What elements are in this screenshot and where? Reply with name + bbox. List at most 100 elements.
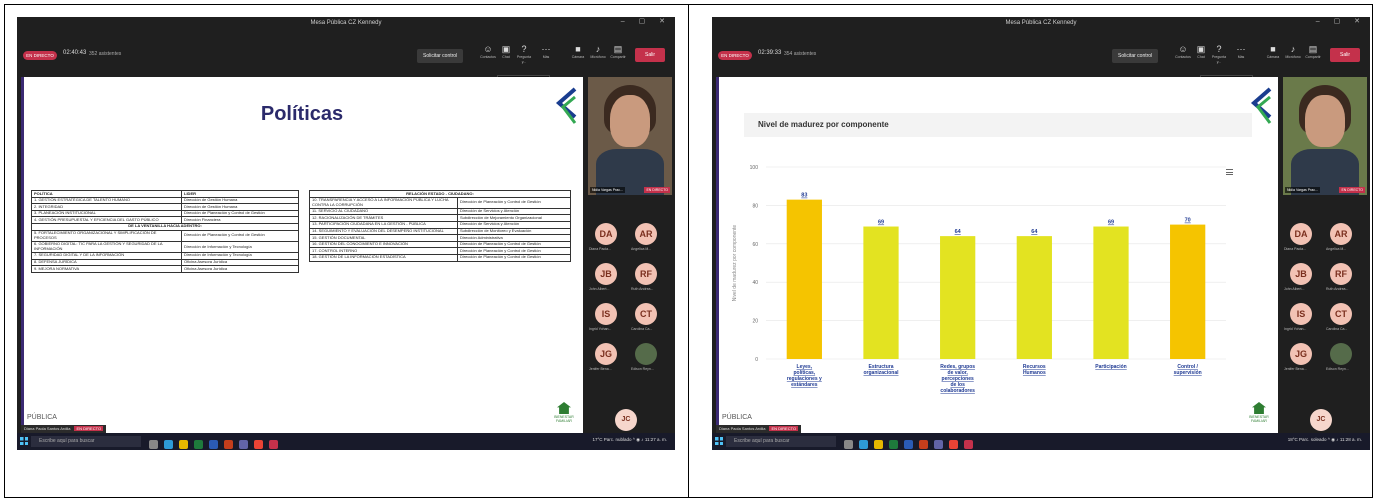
- speaker-video[interactable]: Nidia Vargas Prac... EN DIRECTO: [588, 77, 672, 195]
- icbf-logo: BIENESTAR FAMILIAR: [1248, 402, 1270, 423]
- x-tick-label: Redes, grupos de valor, percepciones de los…: [940, 364, 975, 394]
- teams-icon[interactable]: [934, 440, 943, 449]
- avatar[interactable]: JB: [595, 263, 617, 285]
- contacts-icon[interactable]: ☺ Contactos: [479, 43, 497, 60]
- qa-icon[interactable]: ? Pregunta y...: [515, 43, 533, 65]
- house-icon: [1252, 402, 1266, 414]
- leader-cell: Dirección de Planeación y Control de Ges…: [457, 240, 571, 249]
- x-tick-label: Estructura organizacional: [863, 364, 899, 376]
- more-icon[interactable]: ⋯ Más: [1232, 43, 1250, 60]
- presenter-namebar: Diana Paola Santos Ardila EN DIRECTO: [21, 425, 107, 433]
- avatar[interactable]: JG: [595, 343, 617, 365]
- edge-icon[interactable]: [164, 440, 173, 449]
- y-tick-label: 60: [752, 242, 758, 248]
- participant-name: Angelica M...: [1326, 247, 1347, 251]
- request-control-button[interactable]: Solicitar control: [417, 49, 464, 63]
- leave-button[interactable]: Salir: [635, 48, 665, 62]
- avatar[interactable]: JC: [1310, 409, 1332, 431]
- powerpoint-icon[interactable]: [919, 440, 928, 449]
- avatar[interactable]: IS: [595, 303, 617, 325]
- avatar[interactable]: CT: [635, 303, 657, 325]
- task-view-icon[interactable]: [844, 440, 853, 449]
- chat-icon[interactable]: ▣ Chat: [1192, 43, 1210, 60]
- avatar[interactable]: JB: [1290, 263, 1312, 285]
- avatar[interactable]: JC: [615, 409, 637, 431]
- icbf-label: BIENESTAR FAMILIAR: [1249, 415, 1269, 423]
- policy-cell: 12. RACIONALIZACIÓN DE TRÁMITES: [309, 214, 458, 222]
- avatar-photo[interactable]: [1330, 343, 1352, 365]
- microphone-icon[interactable]: ♪ Micrófono: [1284, 43, 1302, 60]
- avatar[interactable]: AR: [635, 223, 657, 245]
- leader-cell: Dirección de Planeación y Control de Ges…: [457, 196, 571, 209]
- excel-icon[interactable]: [889, 440, 898, 449]
- microphone-icon[interactable]: ♪ Micrófono: [589, 43, 607, 60]
- participant-name: Jenifer Bena...: [589, 367, 612, 371]
- task-view-icon[interactable]: [149, 440, 158, 449]
- attendee-count: 352 asistentes: [89, 51, 122, 57]
- slide-title: Políticas: [260, 103, 344, 125]
- avatar[interactable]: DA: [595, 223, 617, 245]
- leader-cell: Dirección de Gestión Humana: [181, 196, 299, 205]
- leader-cell: Dirección de Gestión Humana: [181, 203, 299, 211]
- teams-window-politicas: Mesa Pública CZ Kennedy – ▢ ✕ EN DIRECTO…: [17, 17, 675, 450]
- avatar[interactable]: RF: [1330, 263, 1352, 285]
- window-controls[interactable]: – ▢ ✕: [621, 17, 671, 25]
- explorer-icon[interactable]: [874, 440, 883, 449]
- leave-button[interactable]: Salir: [1330, 48, 1360, 62]
- avatar[interactable]: IS: [1290, 303, 1312, 325]
- explorer-icon[interactable]: [179, 440, 188, 449]
- clock-label: 11:27 a. m.: [644, 437, 667, 442]
- speaker-face: [1305, 95, 1345, 147]
- avatar[interactable]: DA: [1290, 223, 1312, 245]
- y-tick-label: 40: [752, 280, 758, 286]
- classification-label: PÚBLICA: [27, 414, 57, 421]
- powerpoint-icon[interactable]: [224, 440, 233, 449]
- weather-label: 18°C Parc. soleado: [1287, 437, 1327, 442]
- teams-window-chart: Mesa Pública CZ Kennedy – ▢ ✕ EN DIRECTO…: [712, 17, 1370, 450]
- contacts-icon[interactable]: ☺ Contactos: [1174, 43, 1192, 60]
- section-header: RELACIÓN ESTADO - CIUDADANO:: [309, 190, 571, 198]
- speaker-video[interactable]: Nidia Vargas Prac... EN DIRECTO: [1283, 77, 1367, 195]
- y-tick-label: 80: [752, 203, 758, 209]
- qa-icon[interactable]: ? Pregunta y...: [1210, 43, 1228, 65]
- avatar[interactable]: JG: [1290, 343, 1312, 365]
- meeting-timer: 02:39:33: [758, 50, 782, 56]
- chat-icon[interactable]: ▣ Chat: [497, 43, 515, 60]
- table-row: 9. MEJORA NORMATIVA Oficina Asesora Juríd…: [31, 265, 299, 273]
- table-row: 12. RACIONALIZACIÓN DE TRÁMITES Subdirecc…: [309, 214, 571, 222]
- edge-icon[interactable]: [859, 440, 868, 449]
- y-tick-label: 100: [750, 165, 759, 171]
- avatar[interactable]: CT: [1330, 303, 1352, 325]
- participant-name: Ruth Andrea...: [1326, 287, 1349, 291]
- meeting-timer: 02:40:43: [63, 50, 87, 56]
- camera-icon[interactable]: ■ Cámara: [569, 43, 587, 60]
- excel-icon[interactable]: [194, 440, 203, 449]
- app-icon[interactable]: [964, 440, 973, 449]
- chrome-icon[interactable]: [254, 440, 263, 449]
- avatar[interactable]: AR: [1330, 223, 1352, 245]
- slide-accent-bar: [21, 77, 24, 433]
- teams-icon[interactable]: [239, 440, 248, 449]
- chart-bar: [863, 226, 899, 359]
- chrome-icon[interactable]: [949, 440, 958, 449]
- participant-name: Carolina Ca...: [1326, 327, 1348, 331]
- taskbar-search-input[interactable]: Escribe aquí para buscar: [31, 436, 141, 447]
- taskbar-search-input[interactable]: Escribe aquí para buscar: [726, 436, 836, 447]
- more-icon[interactable]: ⋯ Más: [537, 43, 555, 60]
- share-icon[interactable]: ▤ Compartir: [609, 43, 627, 60]
- request-control-button[interactable]: Solicitar control: [1112, 49, 1159, 63]
- word-icon[interactable]: [904, 440, 913, 449]
- windows-start-icon[interactable]: [20, 437, 28, 445]
- share-icon[interactable]: ▤ Compartir: [1304, 43, 1322, 60]
- word-icon[interactable]: [209, 440, 218, 449]
- leader-cell: Dirección de Planeación y Control de Ges…: [181, 229, 299, 242]
- avatar-photo[interactable]: [635, 343, 657, 365]
- window-controls[interactable]: – ▢ ✕: [1316, 17, 1366, 25]
- policy-cell: 6. GOBIERNO DIGITAL: TIC PARA LA GESTIÓN…: [31, 240, 182, 253]
- windows-start-icon[interactable]: [715, 437, 723, 445]
- avatar[interactable]: RF: [635, 263, 657, 285]
- speaker-face: [610, 95, 650, 147]
- participant-name: Edison Reyn...: [631, 367, 654, 371]
- app-icon[interactable]: [269, 440, 278, 449]
- camera-icon[interactable]: ■ Cámara: [1264, 43, 1282, 60]
